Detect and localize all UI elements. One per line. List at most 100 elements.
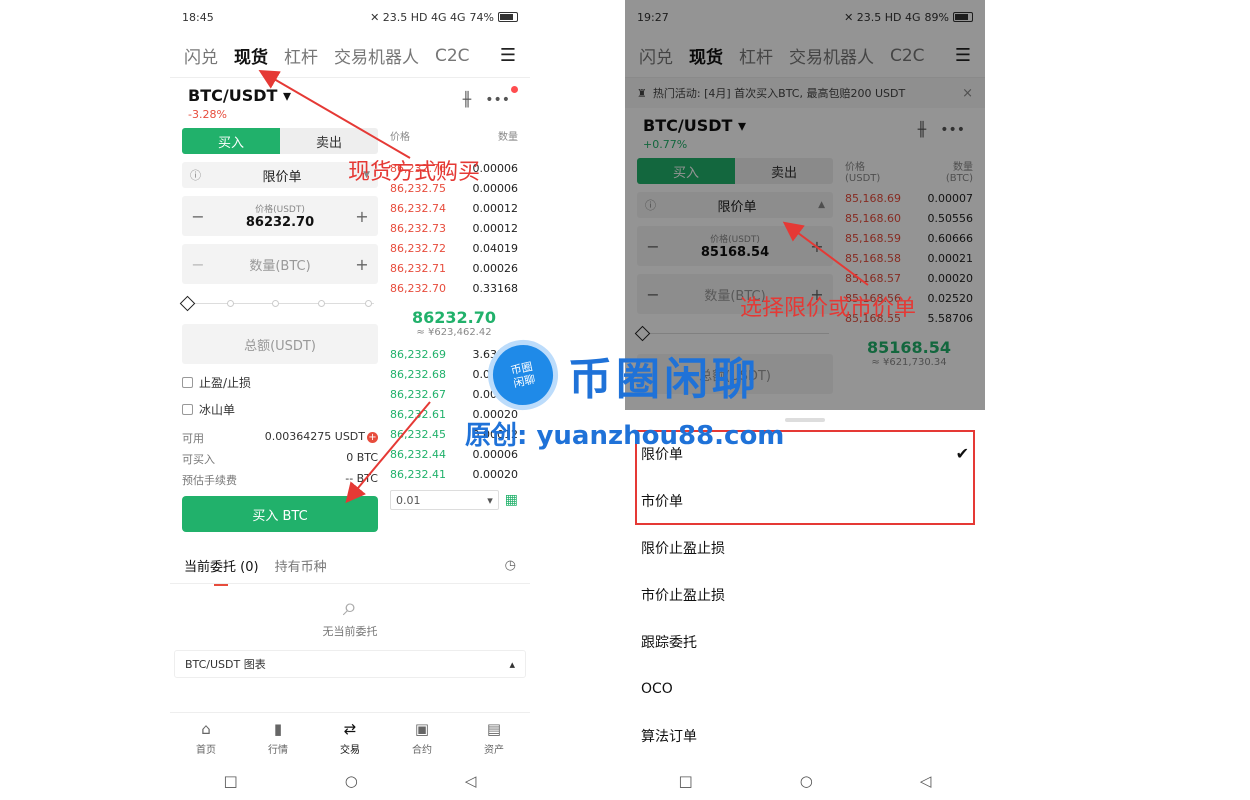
order-book-row[interactable]: 85,168.60 0.50556 — [845, 208, 973, 228]
slider-step[interactable] — [272, 300, 279, 307]
price-change: -3.28% — [188, 108, 227, 121]
price-field-value[interactable]: 85168.54 — [661, 245, 809, 260]
minus-icon[interactable]: − — [190, 255, 206, 274]
minus-icon[interactable]: − — [645, 285, 661, 304]
nav-markets[interactable]: ▮ 行情 — [242, 713, 314, 762]
order-book-row[interactable]: 86,232.72 0.04019 — [390, 238, 518, 258]
close-icon[interactable]: × — [962, 86, 973, 101]
tab-spot[interactable]: 现货 — [234, 43, 268, 68]
recent-apps-icon[interactable]: □ — [679, 772, 693, 790]
price-field[interactable]: − 价格(USDT) 85168.54 + — [637, 226, 833, 266]
price-field-value[interactable]: 86232.70 — [206, 215, 354, 230]
quantity-field[interactable]: − 数量(BTC) + — [182, 244, 378, 284]
order-book-row[interactable]: 85,168.69 0.00007 — [845, 188, 973, 208]
nav-home[interactable]: ⌂ 首页 — [170, 713, 242, 762]
status-icons: ✕ 23.5 HD 4G — [844, 10, 921, 24]
buy-sell-toggle: 买入 卖出 — [182, 128, 378, 154]
order-book-price: 86,232.70 — [390, 281, 446, 295]
more-icon[interactable]: ••• — [940, 122, 965, 138]
order-book-row[interactable]: 86,232.41 0.00020 — [390, 464, 518, 484]
slider-step[interactable] — [365, 300, 372, 307]
order-book-price: 86,232.61 — [390, 407, 446, 421]
menu-icon[interactable]: ☰ — [500, 45, 516, 66]
order-book-row[interactable]: 86,232.70 0.33168 — [390, 278, 518, 298]
order-book-row[interactable]: 86,232.73 0.00012 — [390, 218, 518, 238]
plus-icon[interactable]: + — [354, 207, 370, 226]
menu-icon[interactable]: ☰ — [955, 45, 971, 66]
buy-btc-button[interactable]: 买入 BTC — [182, 496, 378, 532]
order-book-row[interactable]: 85,168.59 0.60666 — [845, 228, 973, 248]
option-limit-tp-sl[interactable]: 限价止盈止损 — [625, 524, 985, 571]
empty-state: ⌕ 无当前委托 — [170, 584, 530, 650]
order-book-row[interactable]: 86,232.71 0.00026 — [390, 258, 518, 278]
quantity-placeholder[interactable]: 数量(BTC) — [206, 255, 354, 274]
recent-apps-icon[interactable]: □ — [224, 772, 238, 790]
home-circle-icon[interactable]: ○ — [800, 772, 813, 790]
tab-c2c[interactable]: C2C — [435, 46, 470, 66]
minus-icon[interactable]: − — [645, 237, 661, 256]
buy-tab[interactable]: 买入 — [182, 128, 280, 154]
order-book-qty: 5.58706 — [927, 311, 974, 325]
amount-slider[interactable] — [179, 295, 378, 312]
option-market-order[interactable]: 市价单 — [625, 477, 985, 524]
option-algo-order[interactable]: 算法订单 — [625, 712, 985, 759]
depth-select[interactable]: 0.01 ▾ — [390, 490, 499, 510]
tab-flash-swap[interactable]: 闪兑 — [639, 43, 673, 68]
order-book-row[interactable]: 86,232.74 0.00012 — [390, 198, 518, 218]
order-book-price: 85,168.59 — [845, 231, 901, 245]
candlestick-chart-icon[interactable]: ╫ — [918, 122, 926, 138]
tab-flash-swap[interactable]: 闪兑 — [184, 43, 218, 68]
order-book-row[interactable]: 85,168.57 0.00020 — [845, 268, 973, 288]
book-layout-icon[interactable]: ▦ — [505, 492, 518, 508]
option-oco[interactable]: OCO — [625, 665, 985, 712]
option-market-tp-sl[interactable]: 市价止盈止损 — [625, 571, 985, 618]
order-history-icon[interactable]: ◷ — [505, 558, 516, 573]
order-book-qty: 0.00012 — [472, 221, 519, 235]
order-type-select[interactable]: ⓘ 限价单 ▲ — [637, 192, 833, 218]
ob-qty-header: 数量 — [498, 132, 518, 143]
sell-tab[interactable]: 卖出 — [280, 128, 378, 154]
tab-trading-bot[interactable]: 交易机器人 — [334, 43, 419, 68]
price-field[interactable]: − 价格(USDT) 86232.70 + — [182, 196, 378, 236]
iceberg-checkbox[interactable]: 冰山单 — [182, 401, 378, 418]
slider-knob[interactable] — [179, 295, 196, 312]
info-icon[interactable]: ⓘ — [645, 197, 656, 213]
trophy-icon: ♜ — [637, 86, 647, 100]
status-time: 18:45 — [182, 10, 214, 24]
promo-banner[interactable]: ♜ 热门活动: [4月] 首次买入BTC, 最高包赔200 USDT × — [625, 78, 985, 108]
tab-margin[interactable]: 杠杆 — [284, 43, 318, 68]
nav-assets[interactable]: ▤ 资产 — [458, 713, 530, 762]
annotation-spot-buy: 现货方式购买 — [348, 160, 481, 185]
plus-icon[interactable]: + — [354, 255, 370, 274]
buy-tab[interactable]: 买入 — [637, 158, 735, 184]
plus-icon[interactable]: + — [809, 237, 825, 256]
order-book-row[interactable]: 85,168.58 0.00021 — [845, 248, 973, 268]
back-icon[interactable]: ◁ — [920, 772, 932, 790]
slider-step[interactable] — [318, 300, 325, 307]
more-icon[interactable]: ••• — [485, 86, 518, 108]
back-icon[interactable]: ◁ — [465, 772, 477, 790]
tp-sl-checkbox[interactable]: 止盈/止损 — [182, 374, 378, 391]
tab-c2c[interactable]: C2C — [890, 46, 925, 66]
minus-icon[interactable]: − — [190, 207, 206, 226]
available-value: 0.00364275 USDT — [264, 430, 365, 443]
sell-tab[interactable]: 卖出 — [735, 158, 833, 184]
tab-holdings[interactable]: 持有币种 — [275, 556, 327, 575]
tab-open-orders[interactable]: 当前委托 (0) — [184, 556, 259, 586]
nav-futures[interactable]: ▣ 合约 — [386, 713, 458, 762]
total-field[interactable]: 总额(USDT) — [182, 324, 378, 364]
last-price-cny: ≈ ¥621,730.34 — [871, 357, 947, 368]
slider-step[interactable] — [227, 300, 234, 307]
home-circle-icon[interactable]: ○ — [345, 772, 358, 790]
info-icon[interactable]: ⓘ — [190, 167, 201, 183]
slider-knob[interactable] — [634, 325, 651, 342]
chart-toggle-bar[interactable]: BTC/USDT 图表 ▴ — [174, 650, 526, 678]
tab-spot[interactable]: 现货 — [689, 43, 723, 68]
tab-margin[interactable]: 杠杆 — [739, 43, 773, 68]
option-trailing-order[interactable]: 跟踪委托 — [625, 618, 985, 665]
tab-trading-bot[interactable]: 交易机器人 — [789, 43, 874, 68]
order-book-price: 85,168.60 — [845, 211, 901, 225]
candlestick-chart-icon[interactable]: ╫ — [463, 92, 471, 108]
deposit-plus-icon[interactable]: + — [367, 432, 378, 443]
nav-trade[interactable]: ⇄ 交易 — [314, 713, 386, 762]
